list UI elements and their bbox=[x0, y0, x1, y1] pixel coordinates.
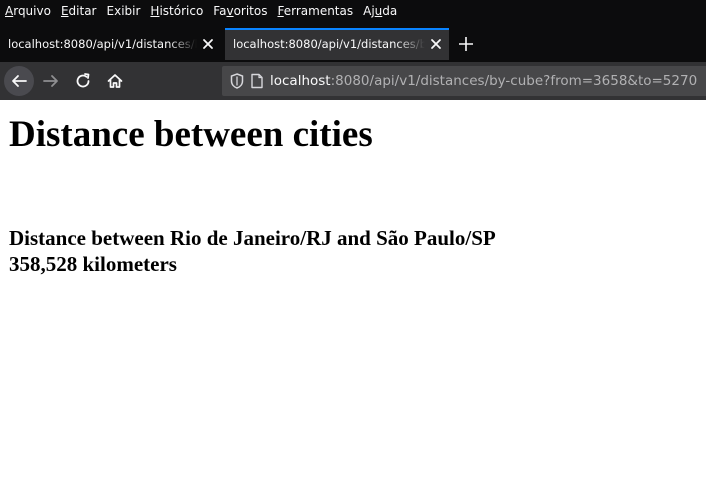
tab-active[interactable]: localhost:8080/api/v1/distances/by-cube?… bbox=[225, 28, 449, 60]
browser-window: Arquivo Editar Exibir Histórico Favorito… bbox=[0, 0, 706, 488]
home-button[interactable] bbox=[100, 66, 130, 96]
menu-ajuda[interactable]: Ajuda bbox=[363, 4, 397, 18]
page-title: Distance between cities bbox=[9, 114, 373, 155]
tab-title: localhost:8080/api/v1/distances/by-cube?… bbox=[233, 37, 425, 51]
forward-button[interactable] bbox=[36, 66, 66, 96]
distance-description: Distance between Rio de Janeiro/RJ and S… bbox=[9, 226, 496, 250]
tab-title: localhost:8080/api/v1/distances/by-cube?… bbox=[8, 37, 197, 51]
menu-historico[interactable]: Histórico bbox=[150, 4, 203, 18]
menu-ferramentas[interactable]: Ferramentas bbox=[277, 4, 353, 18]
menu-editar[interactable]: Editar bbox=[61, 4, 97, 18]
forward-arrow-icon bbox=[43, 75, 58, 87]
distance-value: 358,528 kilometers bbox=[9, 252, 177, 276]
result-block: Distance between Rio de Janeiro/RJ and S… bbox=[9, 225, 706, 277]
tab-inactive[interactable]: localhost:8080/api/v1/distances/by-cube?… bbox=[0, 28, 221, 60]
tracking-protection-shield-icon[interactable] bbox=[230, 73, 244, 89]
page-content: Distance between cities Distance between… bbox=[0, 100, 706, 277]
tab-strip: localhost:8080/api/v1/distances/by-cube?… bbox=[0, 21, 706, 62]
close-icon[interactable] bbox=[201, 37, 215, 51]
home-icon bbox=[107, 74, 123, 88]
url-path: :8080/api/v1/distances/by-cube?from=3658… bbox=[330, 73, 698, 89]
menu-favoritos[interactable]: Favoritos bbox=[213, 4, 267, 18]
back-arrow-icon bbox=[12, 75, 27, 87]
url-bar[interactable]: localhost:8080/api/v1/distances/by-cube?… bbox=[222, 66, 706, 96]
navigation-toolbar: localhost:8080/api/v1/distances/by-cube?… bbox=[0, 62, 706, 100]
menu-arquivo[interactable]: Arquivo bbox=[5, 4, 51, 18]
page-info-icon[interactable] bbox=[250, 73, 264, 89]
url-host: localhost bbox=[270, 73, 331, 89]
menu-exibir[interactable]: Exibir bbox=[107, 4, 141, 18]
reload-icon bbox=[76, 73, 90, 88]
menu-bar: Arquivo Editar Exibir Histórico Favorito… bbox=[0, 0, 706, 21]
back-button[interactable] bbox=[4, 66, 34, 96]
reload-button[interactable] bbox=[68, 66, 98, 96]
new-tab-button[interactable] bbox=[451, 29, 481, 59]
plus-icon bbox=[459, 37, 473, 51]
close-icon[interactable] bbox=[429, 37, 443, 51]
